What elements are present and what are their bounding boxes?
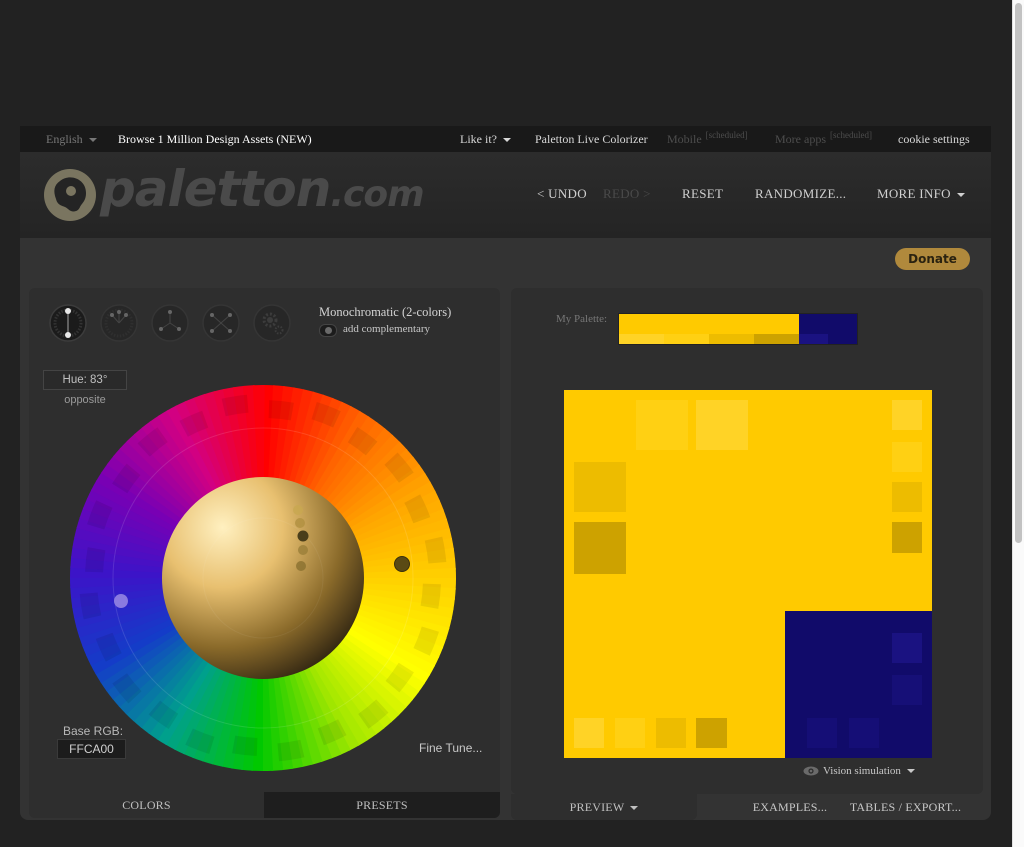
shade-dot[interactable]	[298, 545, 308, 555]
preview-tile	[696, 718, 727, 748]
palette-swatch-primary-dark1[interactable]	[709, 334, 754, 344]
shade-dot-selected[interactable]	[297, 530, 309, 542]
shade-dot[interactable]	[296, 561, 306, 571]
hue-tone-block	[232, 735, 258, 756]
complement-hue-handle[interactable]	[114, 594, 128, 608]
my-palette-label: My Palette:	[556, 313, 608, 325]
color-wheel-panel: Monochromatic (2-colors) add complementa…	[29, 288, 500, 818]
preview-tile	[636, 400, 688, 450]
scheme-title: Monochromatic (2-colors)	[319, 305, 452, 319]
palette-swatch-complement-light[interactable]	[799, 334, 828, 344]
base-rgb-label: Base RGB:	[63, 724, 124, 738]
palette-swatch-primary-light2[interactable]	[619, 334, 664, 344]
preview-tile	[574, 522, 626, 574]
preview-tile	[696, 400, 748, 450]
preview-tile	[656, 718, 686, 748]
palette-swatch-primary-dark2[interactable]	[754, 334, 799, 344]
fine-tune-button[interactable]: Fine Tune...	[419, 741, 482, 755]
more-apps-label: More apps	[775, 132, 826, 146]
header: paletton.com < UNDO REDO > RESET RANDOMI…	[20, 152, 991, 238]
logo-main: paletton	[100, 160, 331, 218]
randomize-button[interactable]: RANDOMIZE...	[755, 186, 846, 202]
more-apps-link[interactable]: More apps [scheduled]	[775, 130, 872, 147]
base-rgb-input[interactable]: FFCA00	[57, 739, 126, 759]
free-style-gear-icon[interactable]	[253, 304, 291, 342]
tab-examples[interactable]: EXAMPLES...	[740, 794, 840, 820]
cookie-settings-link[interactable]: cookie settings	[898, 132, 970, 147]
browse-assets-link[interactable]: Browse 1 Million Design Assets (NEW)	[118, 132, 312, 147]
hue-tone-block	[221, 394, 249, 417]
reset-button[interactable]: RESET	[682, 186, 723, 202]
monochromatic-scheme-icon[interactable]	[49, 304, 87, 342]
logo-suffix: .com	[330, 174, 424, 215]
chevron-down-icon	[502, 138, 511, 143]
hue-tone-block	[424, 536, 447, 564]
preview-tile	[574, 462, 626, 512]
hue-tone-block	[420, 583, 441, 609]
chevron-down-icon	[956, 193, 965, 198]
preview-tile	[892, 400, 922, 430]
add-complementary-label[interactable]: add complementary	[343, 323, 430, 335]
redo-button[interactable]: REDO >	[603, 186, 651, 202]
preview-tile	[807, 718, 837, 748]
eye-icon[interactable]	[803, 766, 819, 776]
like-it-menu[interactable]: Like it?	[460, 132, 511, 147]
saturation-sphere[interactable]	[162, 477, 364, 679]
chevron-down-icon	[630, 806, 639, 811]
palette-preview[interactable]	[564, 390, 932, 758]
main-panel: Donate Monochromatic (2-colors) add comp…	[20, 238, 991, 820]
add-complementary-toggle[interactable]	[319, 324, 337, 337]
color-wheel[interactable]	[69, 384, 457, 772]
tab-presets[interactable]: PRESETS	[264, 792, 500, 818]
tab-colors[interactable]: COLORS	[29, 792, 264, 818]
preview-tile	[574, 718, 604, 748]
more-info-menu[interactable]: MORE INFO	[877, 186, 965, 202]
vision-simulation-label: Vision simulation	[823, 765, 901, 777]
scheduled-badge: [scheduled]	[830, 130, 872, 140]
hue-tone-block	[268, 400, 294, 421]
chevron-down-icon	[88, 138, 97, 143]
paletton-logo-text[interactable]: paletton.com	[100, 160, 425, 218]
preview-tile	[892, 633, 922, 663]
more-info-label: MORE INFO	[877, 186, 951, 201]
tetrad-scheme-icon[interactable]	[202, 304, 240, 342]
undo-button[interactable]: < UNDO	[537, 186, 587, 202]
like-it-label: Like it?	[460, 132, 497, 146]
tab-preview-label: PREVIEW	[569, 800, 625, 814]
preview-panel: My Palette: Vision simulation	[511, 288, 983, 794]
chevron-down-icon	[906, 769, 915, 774]
preview-tile	[849, 718, 879, 748]
triad-scheme-icon[interactable]	[151, 304, 189, 342]
language-select[interactable]: English	[46, 132, 97, 147]
preview-tile	[615, 718, 645, 748]
vision-simulation-menu[interactable]: Vision simulation	[823, 765, 915, 777]
page-scrollbar[interactable]	[1012, 0, 1024, 847]
paletton-logo-icon[interactable]	[42, 167, 98, 223]
adjacent-scheme-icon[interactable]	[100, 304, 138, 342]
preview-tile	[892, 442, 922, 472]
shade-dot[interactable]	[295, 518, 305, 528]
mobile-label: Mobile	[667, 132, 702, 146]
preview-tile	[892, 482, 922, 512]
palette-swatch-primary-light1[interactable]	[664, 334, 709, 344]
scrollbar-thumb[interactable]	[1015, 3, 1022, 543]
language-label: English	[46, 132, 83, 146]
hue-tone-block	[79, 592, 102, 620]
my-palette-strip[interactable]	[618, 313, 858, 345]
preview-tile	[892, 675, 922, 705]
live-colorizer-link[interactable]: Paletton Live Colorizer	[535, 132, 648, 147]
tab-preview[interactable]: PREVIEW	[511, 794, 697, 820]
primary-hue-handle[interactable]	[394, 556, 410, 572]
preview-tile	[892, 522, 922, 553]
hue-tone-block	[85, 547, 106, 573]
mobile-link[interactable]: Mobile [scheduled]	[667, 130, 748, 147]
tab-tables-export[interactable]: TABLES / EXPORT...	[848, 794, 963, 820]
hue-tone-block	[277, 739, 305, 762]
donate-button[interactable]: Donate	[895, 248, 970, 270]
scheduled-badge: [scheduled]	[705, 130, 748, 140]
top-bar: English Browse 1 Million Design Assets (…	[20, 126, 991, 152]
shade-dot[interactable]	[293, 505, 303, 515]
